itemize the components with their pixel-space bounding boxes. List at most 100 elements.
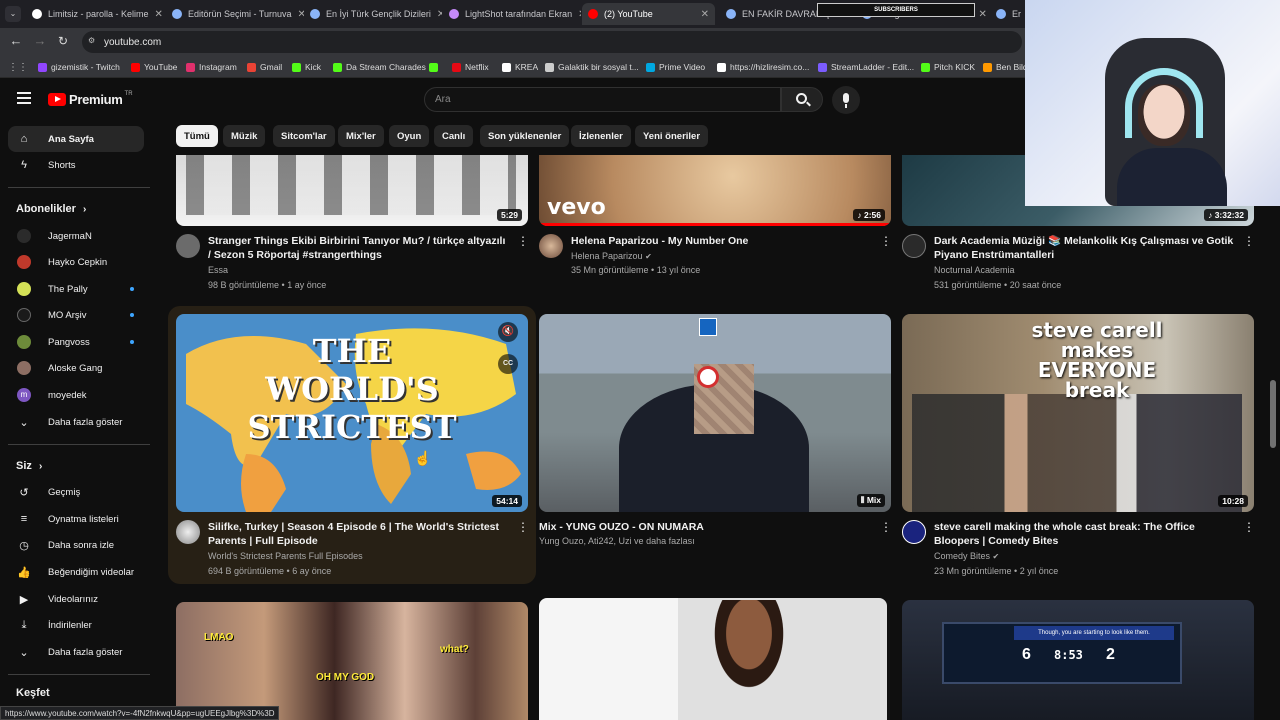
sidebar-item-sub[interactable]: The Pally [8,276,144,302]
channel-avatar[interactable] [902,234,926,258]
bookmark[interactable]: gizemistik - Twitch [38,59,120,75]
browser-tab-active[interactable]: (2) YouTube ✕ [582,3,715,25]
sidebar-item-sub[interactable]: m moyedek [8,382,144,408]
close-icon[interactable]: ✕ [149,9,163,20]
chip-new-to-you[interactable]: Yeni öneriler [635,125,709,147]
channel-name[interactable]: Yung Ouzo, Ati242, Uzi ve daha fazlası [539,534,695,549]
reload-icon[interactable]: ↻ [55,33,71,49]
scrollbar[interactable] [1270,380,1276,448]
url-field[interactable]: ⚙ youtube.com [82,31,1022,53]
video-thumbnail[interactable]: 5:29 [176,155,528,226]
sidebar-item-sub[interactable]: Aloske Gang [8,355,144,381]
browser-tab[interactable]: Er [990,3,1024,25]
bookmark[interactable]: Kick [292,59,321,75]
video-title[interactable]: Mix - YUNG OUZO - ON NUMARA [539,520,869,534]
close-icon[interactable]: ✕ [292,9,304,20]
sidebar-item-sub[interactable]: Pangvoss [8,329,144,355]
video-thumbnail[interactable]: LMAO OH MY GOD what? [176,602,528,720]
sidebar-item-playlists[interactable]: ≡ Oynatma listeleri [8,506,144,532]
more-options-icon[interactable]: ⋮ [517,234,529,248]
video-thumbnail[interactable]: ⦀ Mix [539,314,891,512]
bookmark[interactable]: Da Stream Charades [333,59,426,75]
video-thumbnail[interactable] [539,598,887,720]
bookmark[interactable]: KREA [502,59,538,75]
channel-name[interactable]: Helena Paparizou ✔ [571,249,652,264]
chip-gaming[interactable]: Oyun [389,125,430,147]
chip-watched[interactable]: İzlenenler [571,125,631,147]
close-icon[interactable]: ✕ [695,9,709,20]
captions-button[interactable]: CC [498,354,518,374]
more-options-icon[interactable]: ⋮ [880,234,892,248]
video-thumbnail[interactable]: vevo ♪ 2:56 [539,155,891,226]
channel-name[interactable]: Nocturnal Academia [934,263,1015,278]
bookmark[interactable]: Pitch KICK [921,59,975,75]
channel-avatar[interactable] [176,520,200,544]
channel-name[interactable]: Comedy Bites ✔ [934,549,999,564]
youtube-logo[interactable]: Premium TR [48,90,133,108]
more-options-icon[interactable]: ⋮ [880,520,892,534]
search-input[interactable]: Ara [424,87,781,112]
video-thumbnail[interactable]: steve carell makes EVERYONE break 10:28 [902,314,1254,512]
sidebar-item-shorts[interactable]: ϟ Shorts [8,152,144,178]
bookmark[interactable]: YouTube [131,59,177,75]
close-icon[interactable]: ✕ [572,9,581,20]
sidebar-item-sub[interactable]: JagermaN [8,223,144,249]
channel-avatar[interactable] [176,234,200,258]
video-thumbnail[interactable]: Though, you are starting to look like th… [902,600,1254,720]
browser-tab[interactable]: En İyi Türk Gençlik Dizileri ✕ [304,3,442,25]
more-options-icon[interactable]: ⋮ [1243,234,1255,248]
you-heading[interactable]: Siz › [16,460,42,472]
sidebar-item-downloads[interactable]: ⤓ İndirilenler [8,612,144,638]
site-info-icon[interactable]: ⚙ [88,36,98,46]
browser-tab[interactable]: LightShot tarafından Ekran✕ [443,3,581,25]
subscriptions-heading[interactable]: Abonelikler › [16,203,86,215]
video-title[interactable]: Helena Paparizou - My Number One [571,234,871,248]
sidebar-item-sub[interactable]: MO Arşiv [8,302,144,328]
menu-icon[interactable] [17,92,31,104]
sidebar-item-sub[interactable]: Hayko Cepkin [8,249,144,275]
bookmark[interactable]: Prime Video [646,59,705,75]
browser-tab[interactable]: Editörün Seçimi - Turnuva ✕ [166,3,304,25]
video-title[interactable]: Dark Academia Müziği 📚 Melankolik Kış Ça… [934,234,1234,262]
chip-live[interactable]: Canlı [434,125,474,147]
channel-avatar[interactable] [539,234,563,258]
close-icon[interactable]: ✕ [431,9,442,20]
chip-mixes[interactable]: Mix'ler [338,125,384,147]
more-options-icon[interactable]: ⋮ [1243,520,1255,534]
sidebar-item-home[interactable]: ⌂ Ana Sayfa [8,126,144,152]
chip-music[interactable]: Müzik [223,125,266,147]
sidebar-item-your-videos[interactable]: ▶ Videolarınız [8,586,144,612]
bookmark[interactable]: Ben Bild [983,59,1028,75]
bookmark[interactable]: Instagram [186,59,237,75]
bookmark[interactable]: https://hizliresim.co... [717,59,809,75]
chip-all[interactable]: Tümü [176,125,218,147]
video-title[interactable]: Stranger Things Ekibi Birbirini Tanıyor … [208,234,508,262]
forward-icon[interactable]: → [32,33,48,49]
channel-name[interactable]: World's Strictest Parents Full Episodes [208,549,363,564]
chip-sitcoms[interactable]: Sitcom'lar [273,125,335,147]
voice-search-button[interactable] [832,86,860,114]
more-options-icon[interactable]: ⋮ [517,520,529,534]
channel-avatar[interactable] [902,520,926,544]
sidebar-show-more-you[interactable]: ⌄ Daha fazla göster [8,639,144,665]
bookmark[interactable]: Galaktik bir sosyal t... [545,59,639,75]
sidebar-item-liked-videos[interactable]: 👍 Beğendiğim videolar [8,559,144,585]
video-title[interactable]: steve carell making the whole cast break… [934,520,1234,548]
bookmark[interactable]: StreamLadder - Edit... [818,59,914,75]
video-thumbnail[interactable]: THE WORLD'S STRICTEST 🔇 CC ☝ 54:14 [176,314,528,512]
bookmark[interactable] [429,59,442,75]
bookmark[interactable]: Gmail [247,59,282,75]
sidebar-item-history[interactable]: ↺ Geçmiş [8,479,144,505]
tab-search-button[interactable]: ⌄ [5,6,21,22]
chip-recently-uploaded[interactable]: Son yüklenenler [480,125,570,147]
search-button[interactable] [781,87,823,112]
video-title[interactable]: Silifke, Turkey | Season 4 Episode 6 | T… [208,520,508,548]
back-icon[interactable]: ← [8,33,24,49]
sidebar-item-watch-later[interactable]: ◷ Daha sonra izle [8,532,144,558]
channel-name[interactable]: Essa [208,263,228,278]
sidebar-show-more-subs[interactable]: ⌄ Daha fazla göster [8,409,144,435]
mute-button[interactable]: 🔇 [498,322,518,342]
browser-tab[interactable]: Limitsiz - parolla - Kelime ✕ [26,3,164,25]
apps-icon[interactable]: ⋮⋮ [8,59,28,75]
bookmark[interactable]: Netflix [452,59,489,75]
